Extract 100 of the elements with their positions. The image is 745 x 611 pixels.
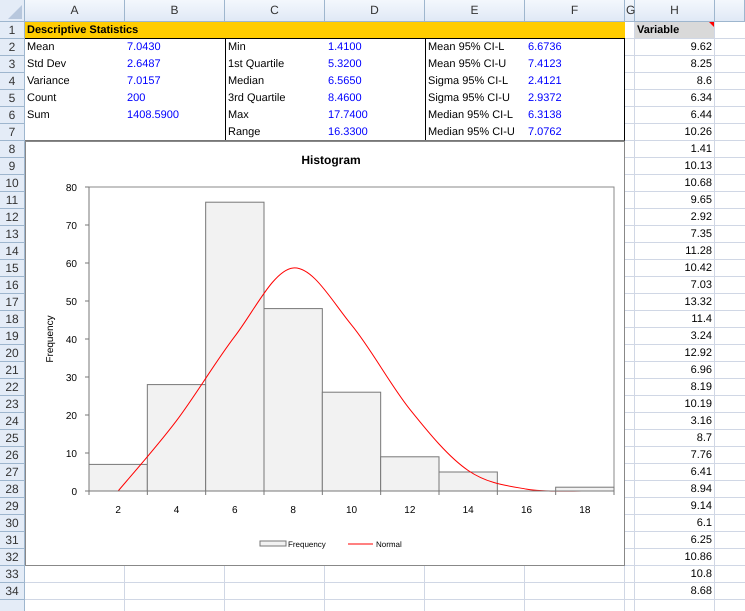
table-cell: 6.41: [690, 466, 712, 478]
table-cell: 9.14: [690, 500, 712, 512]
table-cell-text: Count: [26, 91, 58, 106]
row-header[interactable]: 33: [0, 566, 25, 583]
column-header[interactable]: C: [225, 0, 325, 22]
table-cell: 10.8: [690, 568, 712, 580]
row-header[interactable]: 10: [0, 175, 25, 192]
table-cell-text: Range: [227, 125, 262, 140]
table-cell-text: 6.6736: [527, 40, 563, 55]
table-cell-text: Median: [227, 74, 266, 89]
table-cell: 10.13: [684, 160, 712, 172]
table-cell-text: 7.0430: [126, 40, 162, 55]
table-cell-text: Sum: [26, 108, 51, 123]
row-header[interactable]: 23: [0, 396, 25, 413]
column-header[interactable]: [715, 0, 745, 22]
table-cell-text: Std Dev: [26, 57, 68, 72]
row-header[interactable]: 1: [0, 22, 25, 39]
table-cell: 2.92: [690, 211, 712, 223]
table-cell-text: 17.7400: [327, 108, 369, 123]
table-cell: 6.34: [690, 92, 712, 104]
row-header[interactable]: 30: [0, 515, 25, 532]
row-header[interactable]: 3: [0, 56, 25, 73]
histogram-bar: [555, 486, 614, 492]
table-cell: 9.62: [690, 41, 712, 53]
row-header[interactable]: 5: [0, 90, 25, 107]
row-header[interactable]: 27: [0, 464, 25, 481]
table-cell: 9.65: [690, 194, 712, 206]
row-header[interactable]: 17: [0, 294, 25, 311]
table-cell-text: 6.5650: [327, 74, 363, 89]
column-header[interactable]: A: [25, 0, 125, 22]
column-header[interactable]: F: [525, 0, 625, 22]
table-cell: 13.32: [684, 296, 712, 308]
row-header[interactable]: 2: [0, 39, 25, 56]
table-cell-text: 2.4121: [527, 74, 563, 89]
column-header[interactable]: D: [325, 0, 425, 22]
row-header[interactable]: 15: [0, 260, 25, 277]
row-header[interactable]: 20: [0, 345, 25, 362]
axis-label: 80: [66, 183, 77, 194]
row-header[interactable]: 13: [0, 226, 25, 243]
table-cell: 10.26: [684, 126, 712, 138]
table-cell-text: 7.4123: [527, 57, 563, 72]
table-cell-text: Max: [227, 108, 250, 123]
axis-label: 70: [66, 221, 77, 232]
table-cell: 11.28: [685, 245, 712, 257]
axis-label: 30: [66, 373, 77, 384]
row-header[interactable]: 8: [0, 141, 25, 158]
row-header[interactable]: 21: [0, 362, 25, 379]
row-header[interactable]: 16: [0, 277, 25, 294]
table-cell-text: 1.4100: [327, 40, 363, 55]
table-cell: 6.44: [690, 109, 712, 121]
axis-title: Frequency: [45, 315, 56, 363]
axis-label: 40: [66, 335, 77, 346]
legend-swatch: [260, 540, 286, 546]
row-header[interactable]: 25: [0, 430, 25, 447]
row-header[interactable]: 32: [0, 549, 25, 566]
table-cell: 7.35: [690, 228, 712, 240]
row-header[interactable]: 18: [0, 311, 25, 328]
column-header[interactable]: H: [635, 0, 715, 22]
row-header[interactable]: 11: [0, 192, 25, 209]
column-header[interactable]: E: [425, 0, 525, 22]
axis-label: 10: [346, 505, 358, 516]
row-header[interactable]: 9: [0, 158, 25, 175]
row-header[interactable]: 22: [0, 379, 25, 396]
legend-label: Frequency: [288, 540, 326, 549]
row-header[interactable]: 34: [0, 583, 25, 600]
table-cell-text: 2.9372: [527, 91, 563, 106]
table-cell-text: Min: [227, 40, 247, 55]
axis-label: 14: [462, 505, 474, 516]
select-all-button[interactable]: [0, 0, 25, 22]
column-header[interactable]: B: [125, 0, 225, 22]
table-cell-text: Mean 95% CI-U: [427, 57, 508, 72]
table-cell-text: 3rd Quartile: [227, 91, 286, 106]
row-header[interactable]: 29: [0, 498, 25, 515]
table-cell-text: 16.3300: [327, 125, 369, 140]
row-header[interactable]: 14: [0, 243, 25, 260]
row-header[interactable]: 28: [0, 481, 25, 498]
table-cell-text: Median 95% CI-L: [427, 108, 514, 123]
row-header[interactable]: 6: [0, 107, 25, 124]
table-cell: 3.24: [690, 330, 712, 342]
axis-label: 4: [174, 505, 180, 516]
table-cell: 10.86: [684, 551, 712, 563]
table-cell-text: 7.0157: [126, 74, 162, 89]
table-cell-text: 200: [126, 91, 146, 106]
table-cell: 10.19: [684, 398, 712, 410]
table-cell-text: Variance: [26, 74, 71, 89]
row-header[interactable]: 26: [0, 447, 25, 464]
row-header[interactable]: 19: [0, 328, 25, 345]
axis-label: 20: [66, 411, 77, 422]
row-header[interactable]: 12: [0, 209, 25, 226]
table-cell-text: Median 95% CI-U: [427, 125, 516, 140]
axis-label: 10: [66, 449, 77, 460]
table-cell: 12.92: [684, 347, 712, 359]
table-cell: 10.42: [684, 262, 712, 274]
row-header[interactable]: 7: [0, 124, 25, 141]
row-header[interactable]: 4: [0, 73, 25, 90]
row-header[interactable]: 31: [0, 532, 25, 549]
table-cell-text: 7.0762: [527, 125, 563, 140]
table-cell: 8.94: [690, 483, 712, 495]
column-header[interactable]: G: [625, 0, 635, 22]
row-header[interactable]: 24: [0, 413, 25, 430]
